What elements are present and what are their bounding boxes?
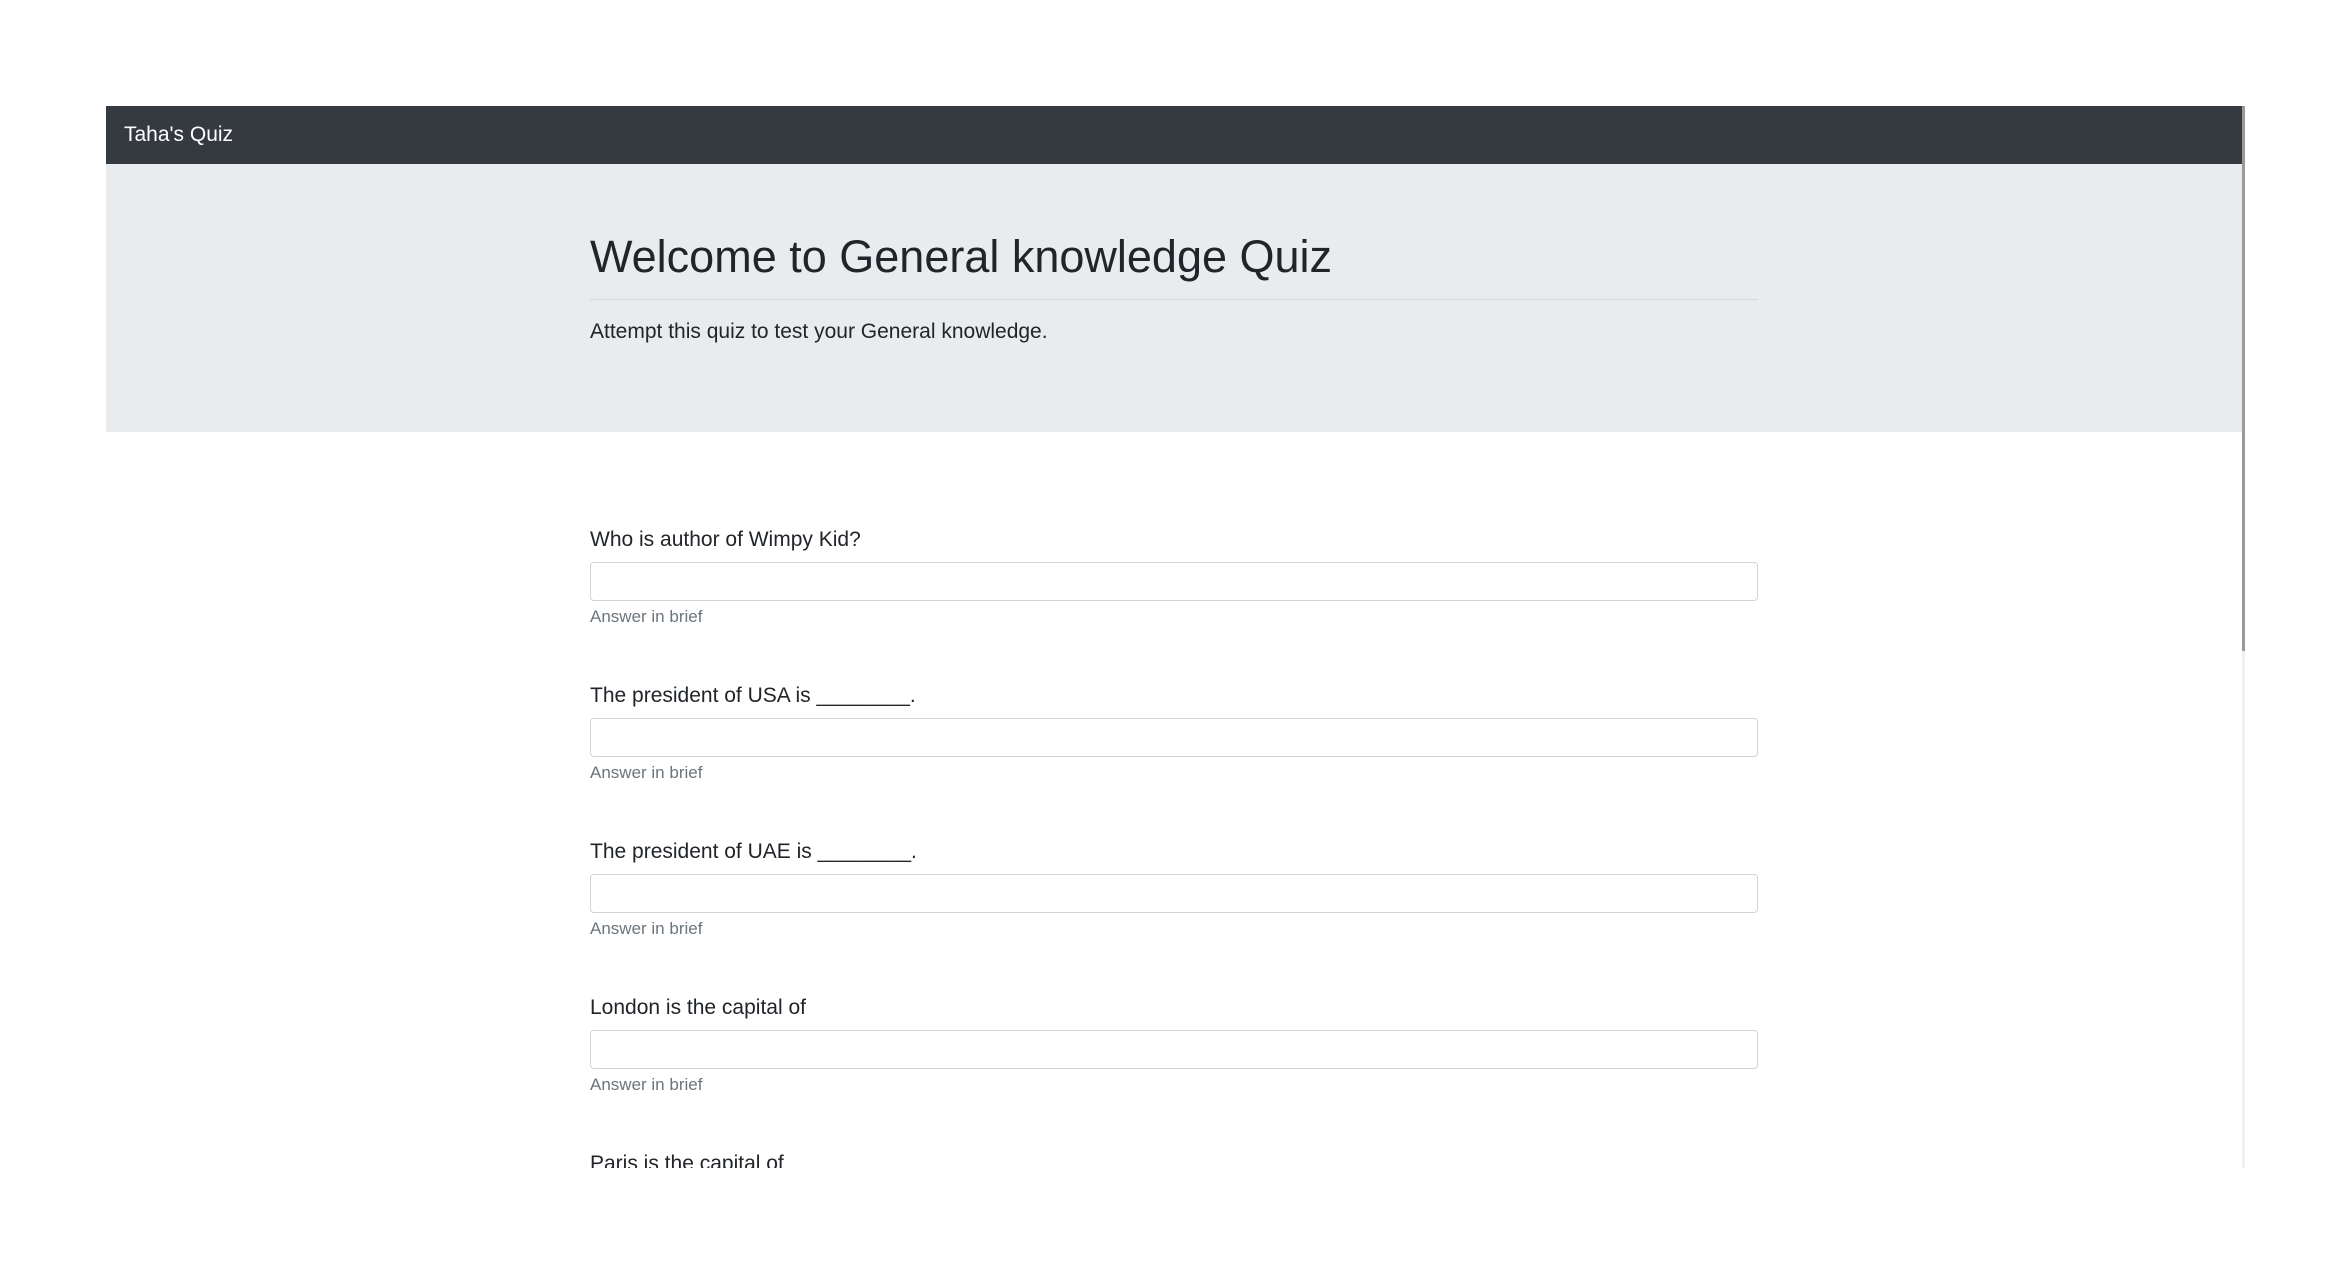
title-divider [590,299,1758,300]
scrollbar-thumb[interactable] [2242,106,2245,651]
navbar: Taha's Quiz [106,106,2243,164]
answer-input[interactable] [590,562,1758,601]
page-lead: Attempt this quiz to test your General k… [590,320,1048,343]
answer-help-text: Answer in brief [590,919,703,938]
question-label: The president of UAE is ________. [590,840,917,863]
answer-help-text: Answer in brief [590,763,703,782]
navbar-brand[interactable]: Taha's Quiz [124,106,233,164]
question-3: The president of UAE is ________. Answer… [590,838,1758,978]
question-label: Who is author of Wimpy Kid? [590,528,861,551]
question-5: Paris is the capital of [590,1150,1758,1168]
answer-help-text: Answer in brief [590,607,703,626]
question-label: The president of USA is ________. [590,684,916,707]
question-label: London is the capital of [590,996,806,1019]
page-title: Welcome to General knowledge Quiz [590,231,1333,282]
question-label: Paris is the capital of [590,1152,784,1168]
answer-input[interactable] [590,874,1758,913]
answer-input[interactable] [590,718,1758,757]
question-1: Who is author of Wimpy Kid? Answer in br… [590,526,1758,666]
page-viewport: Taha's Quiz Welcome to General knowledge… [106,106,2243,1168]
jumbotron: Welcome to General knowledge Quiz Attemp… [106,164,2243,432]
answer-input[interactable] [590,1030,1758,1069]
question-4: London is the capital of Answer in brief [590,994,1758,1134]
answer-help-text: Answer in brief [590,1075,703,1094]
question-2: The president of USA is ________. Answer… [590,682,1758,822]
